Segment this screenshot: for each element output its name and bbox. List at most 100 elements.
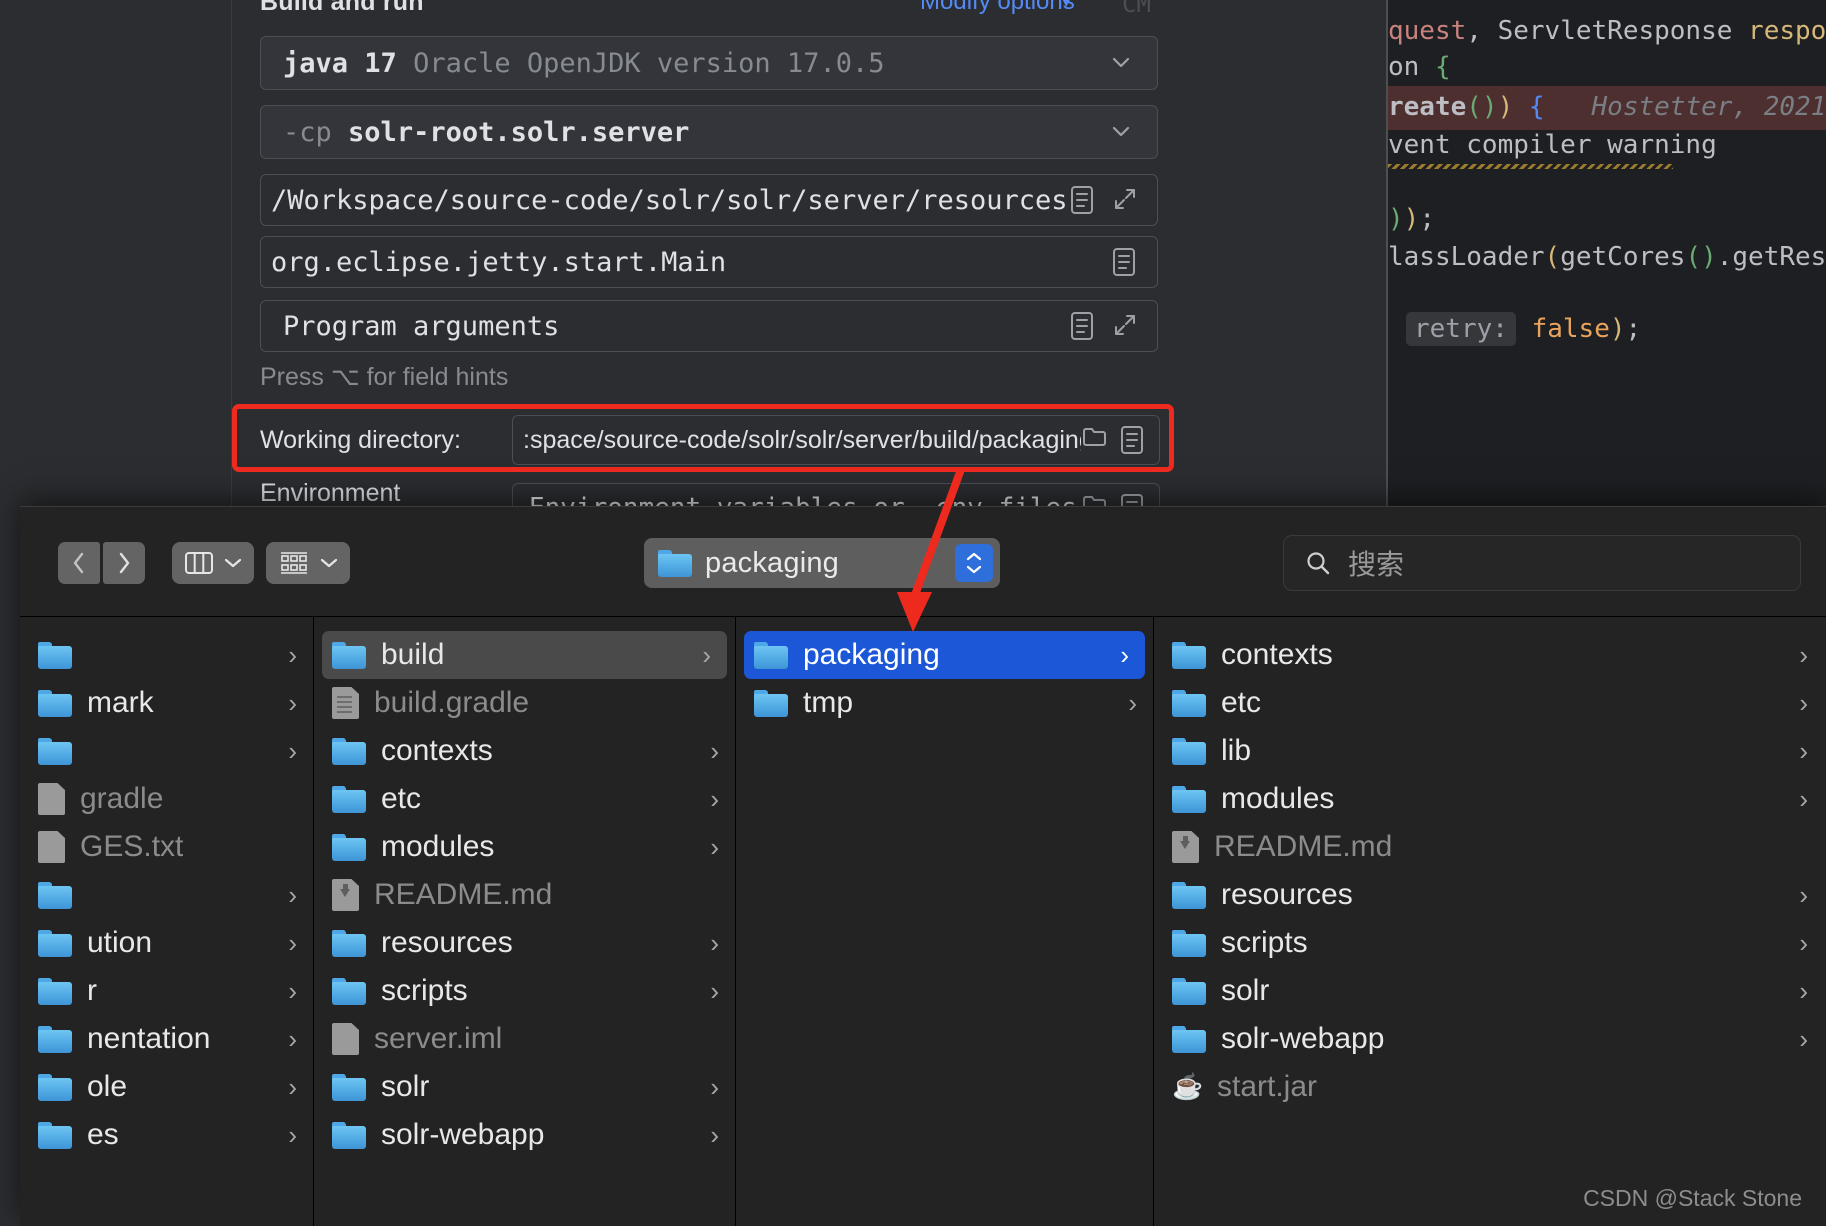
finder-row-label: modules [1221, 782, 1335, 815]
finder-row[interactable]: etc › [314, 775, 735, 823]
finder-row-label: build.gradle [374, 686, 530, 719]
finder-row[interactable]: contexts › [314, 727, 735, 775]
chevron-down-icon[interactable] [1107, 117, 1137, 147]
finder-row[interactable]: contexts › [1154, 631, 1824, 679]
text-file-icon [332, 687, 359, 719]
back-button[interactable] [58, 542, 100, 584]
document-icon[interactable] [1069, 185, 1095, 215]
modify-options-link[interactable]: Modify options [920, 0, 1075, 16]
chevron-right-icon[interactable]: › [288, 1122, 297, 1148]
chevron-right-icon[interactable]: › [1799, 690, 1808, 716]
chevron-right-icon[interactable]: › [710, 930, 719, 956]
folder-browse-icon[interactable] [1081, 425, 1107, 455]
finder-row[interactable]: › [20, 631, 313, 679]
expand-icon[interactable] [1111, 311, 1137, 341]
finder-row[interactable]: build.gradle [314, 679, 735, 727]
finder-row[interactable]: lib › [1154, 727, 1824, 775]
group-by-button[interactable] [266, 542, 350, 584]
finder-column-2[interactable]: build › build.gradle contexts › etc › modules › R… [314, 617, 736, 1226]
working-directory-input[interactable]: :space/source-code/solr/solr/server/buil… [512, 415, 1160, 465]
document-icon[interactable] [1069, 311, 1095, 341]
finder-row[interactable]: › [20, 871, 313, 919]
finder-column-1[interactable]: › mark › › gradle GES.txt › ution › r › nentation › o… [20, 617, 314, 1226]
finder-columns: › mark › › gradle GES.txt › ution › r › nentation › o… [20, 617, 1826, 1226]
chevron-right-icon[interactable]: › [1799, 642, 1808, 668]
up-down-stepper-icon[interactable] [955, 544, 993, 582]
expand-icon[interactable] [1111, 185, 1137, 215]
chevron-down-icon[interactable] [1107, 48, 1137, 78]
jdk-select[interactable]: java 17 Oracle OpenJDK version 17.0.5 [260, 36, 1158, 90]
chevron-right-icon[interactable]: › [1120, 642, 1129, 668]
finder-row-label: nentation [87, 1022, 211, 1055]
chevron-right-icon[interactable]: › [1799, 882, 1808, 908]
chevron-right-icon[interactable]: › [710, 1122, 719, 1148]
chevron-right-icon[interactable]: › [1799, 786, 1808, 812]
finder-row[interactable]: es › [20, 1111, 313, 1159]
chevron-right-icon[interactable]: › [1128, 690, 1137, 716]
finder-row[interactable]: tmp › [736, 679, 1153, 727]
chevron-right-icon[interactable]: › [710, 1074, 719, 1100]
finder-row[interactable]: solr-webapp › [1154, 1015, 1824, 1063]
vm-options-field[interactable]: /Workspace/source-code/solr/solr/server/… [260, 174, 1158, 226]
chevron-right-icon[interactable]: › [710, 834, 719, 860]
chevron-right-icon[interactable]: › [1799, 930, 1808, 956]
chevron-right-icon[interactable]: › [710, 738, 719, 764]
finder-column-3[interactable]: packaging › tmp › [736, 617, 1154, 1226]
main-class-field[interactable]: org.eclipse.jetty.start.Main [260, 236, 1158, 288]
forward-button[interactable] [103, 542, 145, 584]
finder-row[interactable]: README.md [1154, 823, 1824, 871]
chevron-right-icon[interactable]: › [1799, 1026, 1808, 1052]
finder-row[interactable]: scripts › [314, 967, 735, 1015]
finder-row[interactable]: build › [322, 631, 727, 679]
finder-row[interactable]: ution › [20, 919, 313, 967]
folder-icon [754, 641, 788, 669]
chevron-right-icon[interactable]: › [288, 738, 297, 764]
document-icon[interactable] [1111, 247, 1137, 277]
chevron-right-icon[interactable]: › [288, 882, 297, 908]
search-input[interactable]: 搜索 [1283, 535, 1801, 591]
chevron-right-icon[interactable]: › [1799, 738, 1808, 764]
finder-row[interactable]: gradle [20, 775, 313, 823]
finder-row[interactable]: resources › [1154, 871, 1824, 919]
chevron-right-icon[interactable]: › [288, 978, 297, 1004]
finder-row[interactable]: solr › [314, 1063, 735, 1111]
chevron-right-icon[interactable]: › [710, 786, 719, 812]
finder-row[interactable]: ole › [20, 1063, 313, 1111]
finder-row[interactable]: packaging › [744, 631, 1145, 679]
finder-row[interactable]: GES.txt [20, 823, 313, 871]
finder-row[interactable]: etc › [1154, 679, 1824, 727]
jdk-select-icons [1107, 48, 1157, 78]
finder-row[interactable]: modules › [1154, 775, 1824, 823]
finder-row[interactable]: solr › [1154, 967, 1824, 1015]
finder-row[interactable]: nentation › [20, 1015, 313, 1063]
finder-row[interactable]: › [20, 727, 313, 775]
finder-row[interactable]: scripts › [1154, 919, 1824, 967]
finder-row[interactable]: solr-webapp › [314, 1111, 735, 1159]
finder-row[interactable]: resources › [314, 919, 735, 967]
chevron-right-icon[interactable]: › [288, 930, 297, 956]
finder-row[interactable]: mark › [20, 679, 313, 727]
chevron-right-icon[interactable]: › [288, 1026, 297, 1052]
finder-row[interactable]: server.iml [314, 1015, 735, 1063]
chevron-right-icon[interactable]: › [710, 978, 719, 1004]
chevron-right-icon[interactable]: › [702, 642, 711, 668]
finder-column-4[interactable]: contexts › etc › lib › modules › README.md resour… [1154, 617, 1824, 1226]
chevron-right-icon[interactable]: › [1799, 978, 1808, 1004]
chevron-right-icon[interactable]: › [288, 642, 297, 668]
chevron-right-icon[interactable]: › [288, 1074, 297, 1100]
finder-row[interactable]: README.md [314, 871, 735, 919]
finder-row[interactable]: r › [20, 967, 313, 1015]
finder-row[interactable]: ☕ start.jar [1154, 1063, 1824, 1111]
path-popup-button[interactable]: packaging [644, 538, 1000, 588]
finder-row[interactable]: modules › [314, 823, 735, 871]
finder-window[interactable]: packaging 搜索 › mark › › gradle GES.txt › ution ›… [20, 506, 1826, 1226]
view-mode-button[interactable] [172, 542, 254, 584]
chevron-right-icon[interactable]: › [288, 690, 297, 716]
finder-row-label: etc [1221, 686, 1262, 719]
classpath-select[interactable]: -cp solr-root.solr.server [260, 105, 1158, 159]
finder-row-label: solr-webapp [381, 1118, 545, 1151]
document-icon[interactable] [1119, 425, 1145, 455]
folder-icon [38, 1025, 72, 1053]
chevron-down-icon[interactable]: ▾ [1062, 0, 1071, 12]
program-arguments-field[interactable]: Program arguments [260, 300, 1158, 352]
